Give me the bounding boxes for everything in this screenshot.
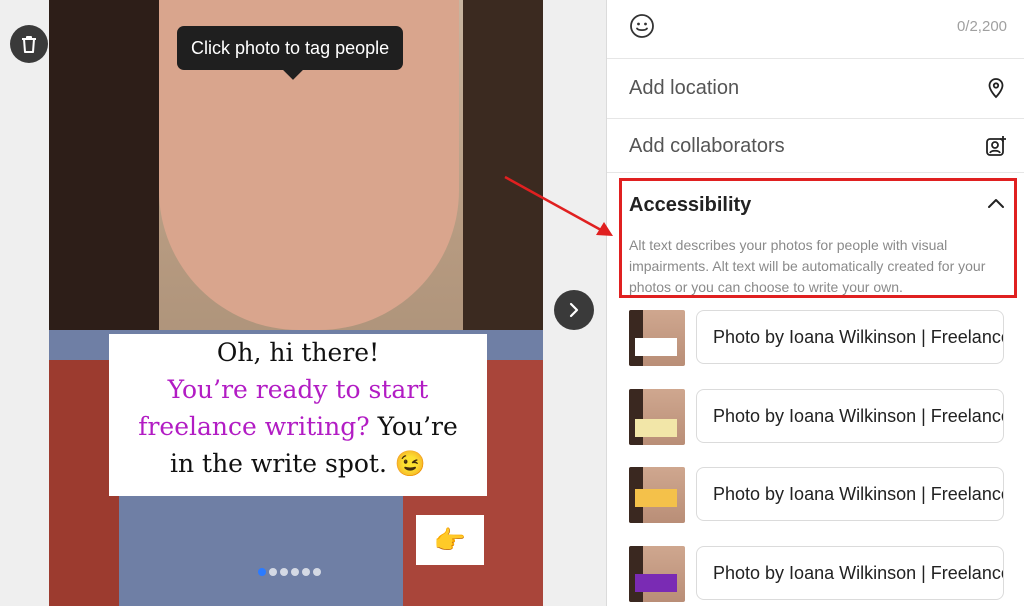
tooltip-text: Click photo to tag people (191, 38, 390, 58)
carousel-dots (258, 568, 321, 576)
divider (607, 118, 1024, 119)
divider (607, 58, 1024, 59)
photo-thumbnail (629, 467, 685, 523)
alt-text-input[interactable]: Photo by Ioana Wilkinson | Freelance (696, 467, 1004, 521)
caption-purple-part: freelance writing? (138, 412, 370, 441)
post-settings-panel: 0/2,200 Add location Add collaborators A… (606, 0, 1024, 606)
caption-char-counter: 0/2,200 (956, 18, 1007, 35)
divider (607, 172, 1024, 173)
photo-thumbnail (629, 310, 685, 366)
caption-line-3: freelance writing? You’re (109, 408, 487, 445)
photo-caption-card: Oh, hi there! You’re ready to start free… (109, 334, 487, 496)
delete-photo-button[interactable] (10, 25, 48, 63)
caption-line-4: in the write spot. 😉 (169, 449, 427, 478)
location-pin-icon[interactable] (985, 77, 1007, 99)
alt-text-input[interactable]: Photo by Ioana Wilkinson | Freelance (696, 310, 1004, 364)
caption-black-part: You’re (369, 412, 458, 441)
caption-line-2: You’re ready to start (167, 375, 429, 404)
carousel-dot[interactable] (280, 568, 288, 576)
carousel-dot[interactable] (291, 568, 299, 576)
alt-text-input[interactable]: Photo by Ioana Wilkinson | Freelance (696, 546, 1004, 600)
photo-thumbnail (629, 546, 685, 602)
carousel-dot[interactable] (269, 568, 277, 576)
carousel-dot[interactable] (258, 568, 266, 576)
accessibility-title[interactable]: Accessibility (629, 194, 751, 217)
next-photo-button[interactable] (554, 290, 594, 330)
carousel-dot[interactable] (313, 568, 321, 576)
pointing-hand-icon: 👉 (433, 524, 467, 555)
alt-text-input[interactable]: Photo by Ioana Wilkinson | Freelance (696, 389, 1004, 443)
add-location-label[interactable]: Add location (629, 77, 739, 100)
caption-line-1: Oh, hi there! (216, 338, 380, 367)
chevron-right-icon (569, 302, 579, 318)
accessibility-description: Alt text describes your photos for peopl… (629, 237, 986, 295)
chevron-up-icon[interactable] (985, 192, 1007, 214)
add-collaborator-icon[interactable] (985, 135, 1007, 157)
pointing-hand-sticker: 👉 (416, 515, 484, 565)
add-collaborators-label[interactable]: Add collaborators (629, 135, 785, 158)
tag-people-tooltip: Click photo to tag people (177, 26, 404, 70)
photo-thumbnail (629, 389, 685, 445)
carousel-dot[interactable] (302, 568, 310, 576)
smile-icon[interactable] (629, 13, 655, 39)
trash-icon (22, 36, 36, 53)
